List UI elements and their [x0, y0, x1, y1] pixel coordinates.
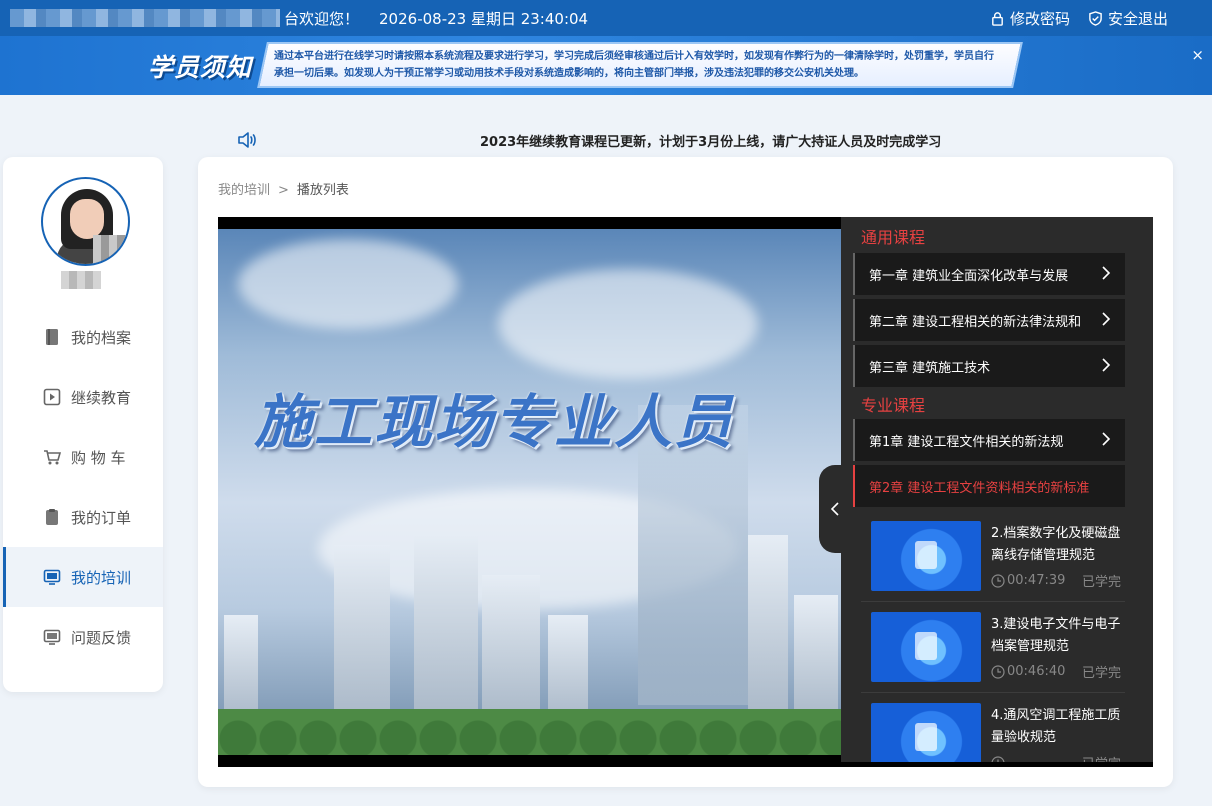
shield-icon: [1089, 10, 1102, 26]
logout-label: 安全退出: [1107, 9, 1168, 28]
video-headline: 施工现场专业人员: [254, 388, 735, 456]
breadcrumb-separator: >: [278, 183, 289, 198]
play-icon: [43, 388, 61, 406]
lesson-duration: 00:46:40: [1007, 664, 1066, 679]
chevron-right-icon: [1102, 358, 1111, 372]
notice-banner: 学员须知 通过本平台进行在线学习时请按照本系统流程及要求进行学习，学习完成后须经…: [0, 36, 1212, 95]
main-panel: 我的培训 > 播放列表 施工现场专业人员 通用课程 第一章 建筑业全面深化改革与发展: [198, 157, 1173, 787]
sidebar-item-continuing-education[interactable]: 继续教育: [3, 367, 163, 427]
announcement-text: 2023年继续教育课程已更新，计划于3月份上线，请广大持证人员及时完成学习: [480, 135, 942, 150]
chevron-right-icon: [1102, 266, 1111, 280]
lock-icon: [992, 11, 1003, 26]
datetime-text: 2026-08-23 星期日 23:40:04: [379, 9, 589, 28]
general-courses-title: 通用课程: [861, 228, 926, 247]
change-password-link[interactable]: 修改密码: [990, 8, 1070, 29]
chapter-item[interactable]: 第三章 建筑施工技术: [853, 345, 1125, 387]
lesson-item[interactable]: 4.通风空调工程施工质量验收规范 已学完: [861, 693, 1125, 762]
logout-link[interactable]: 安全退出: [1088, 8, 1168, 29]
sidebar-item-orders[interactable]: 我的订单: [3, 487, 163, 547]
video-frame[interactable]: 施工现场专业人员: [218, 229, 841, 755]
clock-icon: [991, 755, 1005, 762]
pro-courses-title: 专业课程: [861, 396, 926, 415]
speaker-icon: [238, 132, 256, 148]
clock-icon: [991, 664, 1005, 679]
blurred-user-name: [61, 271, 101, 289]
chapter-item[interactable]: 第一章 建筑业全面深化改革与发展: [853, 253, 1125, 295]
lesson-thumbnail: [871, 521, 981, 591]
lesson-item[interactable]: 3.建设电子文件与电子档案管理规范 00:46:40 已学完: [861, 602, 1125, 693]
order-icon: [46, 509, 58, 525]
lesson-title: 2.档案数字化及硬磁盘离线存储管理规范: [991, 526, 1121, 563]
chapter-item[interactable]: 第1章 建设工程文件相关的新法规: [853, 419, 1125, 461]
lesson-thumbnail: [871, 703, 981, 762]
lesson-meta: 00:47:39 已学完: [991, 571, 1121, 590]
breadcrumb-current: 播放列表: [296, 183, 349, 198]
notice-close-button[interactable]: ×: [1191, 46, 1204, 64]
monitor-icon: [43, 569, 61, 585]
lesson-title: 3.建设电子文件与电子档案管理规范: [991, 617, 1121, 654]
cart-icon: [44, 450, 61, 465]
sidebar-item-label: 我的档案: [71, 328, 132, 347]
breadcrumb-root[interactable]: 我的培训: [218, 183, 270, 198]
breadcrumb: 我的培训 > 播放列表: [218, 179, 349, 198]
chapter-label: 第1章 建设工程文件相关的新法规: [869, 434, 1064, 450]
sidebar-item-label: 继续教育: [71, 388, 132, 407]
notice-badge: 学员须知: [148, 53, 253, 82]
sidebar-item-label: 我的培训: [71, 568, 132, 587]
chevron-right-icon: [1102, 432, 1111, 446]
lesson-duration: 00:47:39: [1007, 573, 1066, 588]
sidebar: 我的档案 继续教育 购 物 车 我的订单 我的培训 问题反馈: [3, 157, 163, 692]
playlist-panel: 通用课程 第一章 建筑业全面深化改革与发展 第二章 建设工程相关的新法律法规和 …: [841, 217, 1153, 762]
sidebar-item-label: 购 物 车: [71, 448, 126, 467]
chevron-left-icon: [830, 502, 839, 516]
welcome-text: 台欢迎您！: [284, 9, 360, 28]
playlist-collapse-button[interactable]: [819, 465, 851, 553]
chapter-label: 第三章 建筑施工技术: [869, 360, 991, 376]
chapter-item[interactable]: 第二章 建设工程相关的新法律法规和: [853, 299, 1125, 341]
monitor-icon: [43, 629, 61, 645]
sidebar-item-my-training[interactable]: 我的培训: [3, 547, 163, 607]
book-icon: [46, 329, 58, 345]
lesson-title: 4.通风空调工程施工质量验收规范: [991, 708, 1121, 745]
sidebar-item-cart[interactable]: 购 物 车: [3, 427, 163, 487]
lesson-meta: 已学完: [991, 753, 1121, 762]
blurred-username: [10, 9, 280, 27]
change-password-label: 修改密码: [1009, 9, 1070, 28]
lesson-status: 已学完: [1082, 753, 1121, 762]
lesson-meta: 00:46:40 已学完: [991, 662, 1121, 681]
chapter-label: 第2章 建设工程文件资料相关的新标准: [869, 480, 1090, 496]
lesson-thumbnail: [871, 612, 981, 682]
notice-text: 通过本平台进行在线学习时请按照本系统流程及要求进行学习，学习完成后须经审核通过后…: [274, 51, 994, 79]
sidebar-item-feedback[interactable]: 问题反馈: [3, 607, 163, 667]
chapter-label: 第二章 建设工程相关的新法律法规和: [869, 314, 1082, 330]
lesson-status: 已学完: [1081, 575, 1121, 590]
sidebar-item-profile[interactable]: 我的档案: [3, 307, 163, 367]
chapter-label: 第一章 建筑业全面深化改革与发展: [869, 268, 1069, 284]
clock-icon: [991, 573, 1005, 588]
top-bar: 台欢迎您！ 2026-08-23 星期日 23:40:04 修改密码 安全退出: [0, 0, 1212, 36]
lesson-status: 已学完: [1081, 666, 1121, 681]
avatar: [41, 177, 130, 266]
chapter-item-open[interactable]: 第2章 建设工程文件资料相关的新标准: [853, 465, 1125, 507]
chevron-right-icon: [1102, 312, 1111, 326]
sidebar-menu: 我的档案 继续教育 购 物 车 我的订单 我的培训 问题反馈: [3, 307, 163, 667]
sidebar-item-label: 我的订单: [71, 508, 132, 527]
lesson-item[interactable]: 2.档案数字化及硬磁盘离线存储管理规范 00:47:39 已学完: [861, 511, 1125, 602]
video-player: 施工现场专业人员 通用课程 第一章 建筑业全面深化改革与发展 第二章 建设工程相…: [218, 217, 1153, 767]
sidebar-item-label: 问题反馈: [71, 628, 132, 647]
